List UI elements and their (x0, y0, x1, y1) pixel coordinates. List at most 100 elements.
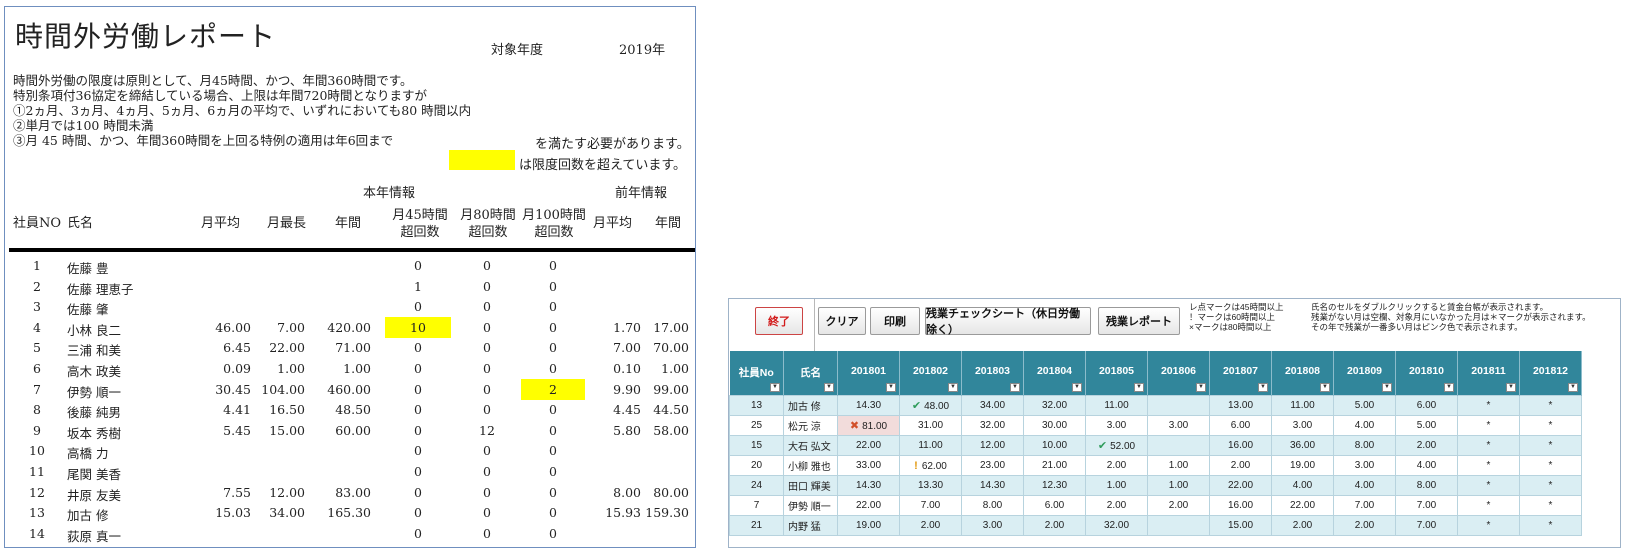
hours-value: * (1486, 440, 1491, 451)
overtime-report-button[interactable]: 残業レポート (1098, 307, 1180, 335)
exclamation-mark-icon: ! (914, 459, 918, 472)
filter-dropdown-icon[interactable]: ▼ (1320, 383, 1330, 392)
prev-annual: 44.50 (653, 402, 689, 418)
must-satisfy-note: を満たす必要があります。 (535, 137, 690, 152)
grid-col-header[interactable]: 201802 ▼ (899, 351, 962, 396)
report-row: 14 荻原 真一 0 0 0 (5, 523, 695, 544)
hours-value: * (1548, 500, 1553, 511)
month-hours-cell: 32.00 (1085, 515, 1148, 536)
grid-col-header[interactable]: 201805 ▼ (1085, 351, 1148, 396)
grid-col-label: 201806 (1160, 365, 1197, 377)
grid-col-header[interactable]: 201804 ▼ (1023, 351, 1086, 396)
filter-dropdown-icon[interactable]: ▼ (824, 383, 834, 392)
prev-annual: 1.00 (661, 361, 689, 376)
month-hours-cell: 6.00 (1209, 415, 1272, 436)
hours-value: 22.00 (1227, 480, 1254, 491)
over45-count: 0 (414, 340, 422, 356)
employee-name-cell[interactable]: 松元 涼 (783, 415, 838, 436)
over80-count: 12 (479, 422, 495, 438)
col-month-max: 月最長 (267, 216, 307, 231)
month-max: 7.00 (277, 319, 305, 335)
hours-value: 2.00 (920, 520, 941, 531)
month-hours-cell: 5.00 (1395, 415, 1458, 436)
filter-dropdown-icon[interactable]: ▼ (1568, 383, 1578, 392)
hours-value: * (1548, 460, 1553, 471)
filter-dropdown-icon[interactable]: ▼ (1010, 383, 1020, 392)
grid-col-header[interactable]: 201803 ▼ (961, 351, 1024, 396)
prev-month-avg: 4.45 (613, 402, 641, 418)
employee-name-cell[interactable]: 加古 修 (783, 395, 838, 416)
employee-name: 佐藤 豊 (67, 261, 109, 276)
month-hours-cell: 7.00 (1395, 515, 1458, 536)
filter-dropdown-icon[interactable]: ▼ (1444, 383, 1454, 392)
target-year-value[interactable]: 2019年 (619, 39, 665, 58)
over80-count: 0 (483, 381, 491, 397)
hours-value: 81.00 (862, 421, 888, 432)
filter-dropdown-icon[interactable]: ▼ (1072, 383, 1082, 392)
filter-dropdown-icon[interactable]: ▼ (770, 383, 780, 392)
hours-value: 36.00 (1289, 440, 1316, 451)
employee-no-cell: 15 (729, 435, 784, 456)
month-hours-cell: 4.00 (1333, 475, 1396, 496)
grid-col-header[interactable]: 201801 ▼ (837, 351, 900, 396)
overtime-check-sheet-button[interactable]: 残業チェックシート（休日労働除く） (925, 307, 1091, 336)
clear-button[interactable]: クリア (818, 307, 866, 335)
employee-name-cell[interactable]: 小柳 雅也 (783, 455, 838, 476)
grid-col-header[interactable]: 社員No ▼ (729, 351, 784, 396)
grid-col-header[interactable]: 201810 ▼ (1395, 351, 1458, 396)
employee-name-cell[interactable]: 内野 猛 (783, 515, 838, 536)
prev-annual: 159.30 (645, 505, 689, 521)
target-year-label: 対象年度 (491, 43, 544, 58)
grid-col-header[interactable]: 201812 ▼ (1519, 351, 1582, 396)
hours-value: 3.00 (1106, 420, 1127, 431)
grid-col-header[interactable]: 201809 ▼ (1333, 351, 1396, 396)
hours-value: 31.00 (917, 420, 944, 431)
hours-value: 1.00 (1168, 460, 1189, 471)
hours-value: 2.00 (1168, 500, 1189, 511)
toolbar: 終了 クリア 印刷 残業チェックシート（休日労働除く） 残業レポート レ点マーク… (729, 299, 1620, 351)
grid-col-header[interactable]: 201811 ▼ (1457, 351, 1520, 396)
month-hours-cell: 8.00 (961, 495, 1024, 516)
month-hours-cell: 10.00 (1023, 435, 1086, 456)
month-hours-cell: 2.00 (1085, 455, 1148, 476)
month-hours-cell: 19.00 (837, 515, 900, 536)
grid-col-header[interactable]: 201807 ▼ (1209, 351, 1272, 396)
overtime-check-app: 終了 クリア 印刷 残業チェックシート（休日労働除く） 残業レポート レ点マーク… (728, 298, 1621, 548)
prev-month-avg: 15.93 (605, 505, 641, 521)
employee-name-cell[interactable]: 伊勢 順一 (783, 495, 838, 516)
hours-value: 3.00 (1168, 420, 1189, 431)
hours-value: 4.00 (1354, 480, 1375, 491)
report-row: 8 後藤 純男 4.41 16.50 48.50 0 0 0 4.45 44.50 (5, 399, 695, 420)
hours-value: 3.00 (982, 520, 1003, 531)
month-hours-cell: 30.00 (1023, 415, 1086, 436)
filter-dropdown-icon[interactable]: ▼ (1506, 383, 1516, 392)
filter-dropdown-icon[interactable]: ▼ (886, 383, 896, 392)
filter-dropdown-icon[interactable]: ▼ (1134, 383, 1144, 392)
exit-button[interactable]: 終了 (755, 307, 803, 335)
filter-dropdown-icon[interactable]: ▼ (948, 383, 958, 392)
filter-dropdown-icon[interactable]: ▼ (1258, 383, 1268, 392)
hours-value: 19.00 (855, 520, 882, 531)
prev-month-avg: 1.70 (613, 319, 641, 335)
report-row: 12 井原 友美 7.55 12.00 83.00 0 0 0 8.00 80.00 (5, 482, 695, 503)
over80-count: 0 (483, 319, 491, 335)
prev-annual: 80.00 (653, 484, 689, 500)
print-button[interactable]: 印刷 (870, 307, 920, 335)
grid-col-label: 201812 (1532, 365, 1569, 377)
report-title: 時間外労働レポート (15, 20, 277, 53)
employee-name-cell[interactable]: 田口 輝美 (783, 475, 838, 496)
grid-col-header[interactable]: 氏名 ▼ (783, 351, 838, 396)
filter-dropdown-icon[interactable]: ▼ (1382, 383, 1392, 392)
month-avg: 5.45 (223, 422, 251, 438)
hours-value: 30.00 (1041, 420, 1068, 431)
filter-dropdown-icon[interactable]: ▼ (1196, 383, 1206, 392)
month-hours-cell: 3.00 (1085, 415, 1148, 436)
grid-col-header[interactable]: 201808 ▼ (1271, 351, 1334, 396)
month-hours-cell: * (1519, 455, 1582, 476)
grid-col-label: 201810 (1408, 365, 1445, 377)
hours-value: 34.00 (979, 400, 1006, 411)
grid-col-header[interactable]: 201806 ▼ (1147, 351, 1210, 396)
employee-no-cell: 20 (729, 455, 784, 476)
prev-month-avg: 9.90 (613, 381, 641, 397)
employee-name-cell[interactable]: 大石 弘文 (783, 435, 838, 456)
